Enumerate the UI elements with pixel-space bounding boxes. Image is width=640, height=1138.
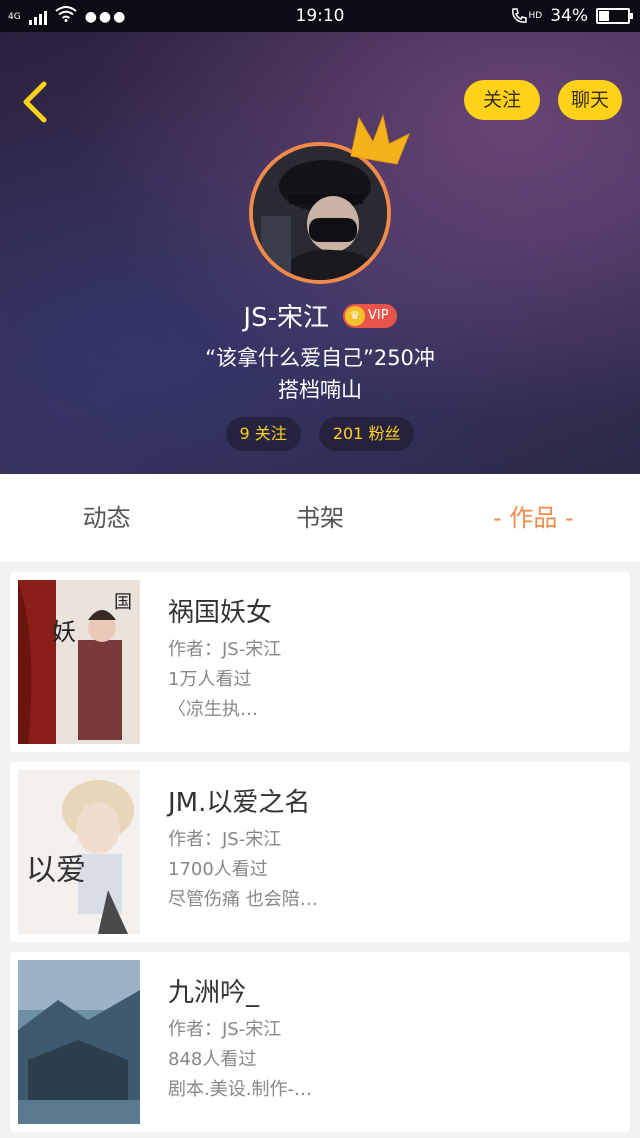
stats-row: 9 关注 201 粉丝 [0,417,640,451]
vip-crown-icon: ♛ [344,305,365,326]
username: JS-宋江 [243,303,329,333]
work-author: 作者：JS-宋江 [168,1019,282,1040]
work-cover: 以爱 [18,770,140,934]
avatar-container[interactable] [249,114,410,284]
battery-icon [596,8,633,24]
svg-text:以爱: 以爱 [26,854,86,887]
crown-icon [350,114,410,165]
fans-count[interactable]: 201 粉丝 [318,417,415,451]
bio-line-2: 搭档喃山 [278,378,362,402]
work-author: 作者：JS-宋江 [168,829,282,850]
chat-button[interactable]: 聊天 [558,80,622,120]
vip-label: VIP [367,308,389,323]
work-info: 祸国妖女 作者：JS-宋江 1万人看过 〈凉生执… [168,592,281,725]
battery-fill [599,11,609,21]
tab-activity[interactable]: 动态 [0,474,213,562]
back-button[interactable] [18,80,54,124]
follow-button[interactable]: 关注 [464,80,540,120]
profile-tabs: 动态 书架 - 作品 - [0,474,640,562]
work-title: JM.以爱之名 [168,788,311,818]
tab-works[interactable]: - 作品 - [427,474,640,562]
work-cover: 妖 国 [18,580,140,744]
bio: “该拿什么爱自己”250冲 搭档喃山 [0,342,640,406]
hd-label: HD [528,11,543,21]
work-info: 九洲吟_ 作者：JS-宋江 848人看过 剧本.美设.制作-… [168,972,312,1105]
profile-header: 关注 聊天 JS-宋江 ♛ VIP “该拿什么爱自己”250冲 搭档喃山 9 关… [0,32,640,474]
tab-bookshelf[interactable]: 书架 [213,474,426,562]
call-hd-icon: HD [510,7,543,25]
work-card[interactable]: 九洲吟_ 作者：JS-宋江 848人看过 剧本.美设.制作-… [10,952,630,1132]
bio-line-1: “该拿什么爱自己”250冲 [205,346,435,370]
svg-text:妖: 妖 [52,619,76,646]
work-title: 祸国妖女 [168,598,273,628]
work-desc: 剧本.美设.制作-… [168,1079,312,1100]
battery-percent: 34% [550,6,588,26]
status-right: HD 34% [510,6,633,26]
following-count[interactable]: 9 关注 [225,417,301,451]
work-desc: 尽管伤痛 也会陪… [168,889,318,910]
work-card[interactable]: 妖 国 祸国妖女 作者：JS-宋江 1万人看过 〈凉生执… [10,572,630,752]
svg-text:国: 国 [114,592,132,612]
work-cover [18,960,140,1124]
vip-badge: ♛ VIP [342,303,397,328]
chevron-left-icon [23,81,47,123]
work-desc: 〈凉生执… [168,699,258,720]
work-author: 作者：JS-宋江 [168,639,282,660]
work-card[interactable]: 以爱 JM.以爱之名 作者：JS-宋江 1700人看过 尽管伤痛 也会陪… [10,762,630,942]
work-title: 九洲吟_ [168,978,260,1008]
username-row: JS-宋江 ♛ VIP [0,297,640,334]
status-bar: 4G ●●● 19:10 HD 34% [0,0,640,32]
work-views: 848人看过 [168,1049,257,1070]
work-info: JM.以爱之名 作者：JS-宋江 1700人看过 尽管伤痛 也会陪… [168,782,318,915]
work-views: 1万人看过 [168,669,252,690]
work-views: 1700人看过 [168,859,268,880]
